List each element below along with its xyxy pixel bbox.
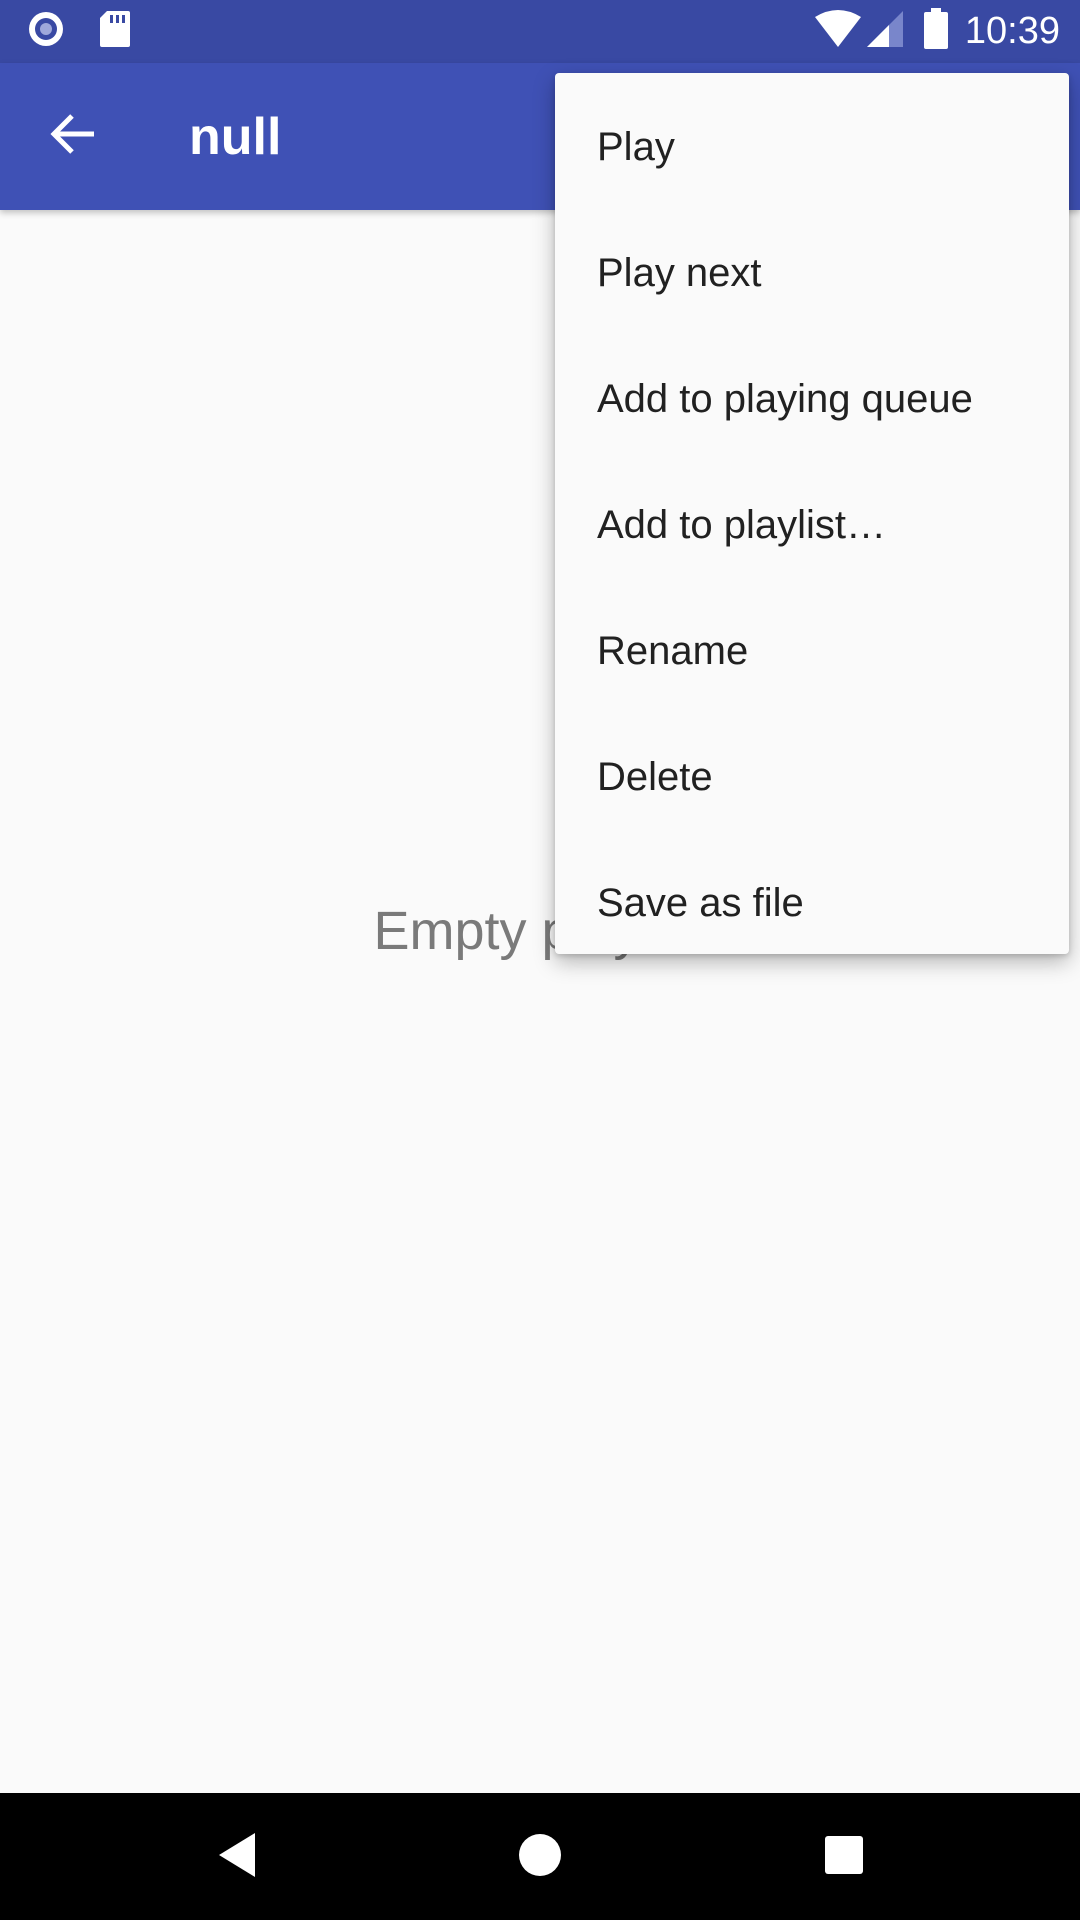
battery-icon (923, 7, 949, 55)
menu-item-add-to-playlist[interactable]: Add to playlist… (555, 462, 1069, 588)
menu-item-delete[interactable]: Delete (555, 714, 1069, 840)
menu-item-rename[interactable]: Rename (555, 588, 1069, 714)
status-time: 10:39 (964, 9, 1060, 52)
recents-square-icon (824, 1835, 864, 1880)
overflow-menu: Play Play next Add to playing queue Add … (555, 73, 1069, 954)
notification-circle-icon (26, 9, 66, 54)
back-button[interactable] (34, 101, 114, 171)
nav-recents-button[interactable] (799, 1821, 889, 1893)
menu-item-play-next[interactable]: Play next (555, 210, 1069, 336)
status-right-icons: 10:39 (813, 7, 1060, 55)
arrow-back-icon (50, 112, 98, 161)
wifi-icon (813, 9, 863, 54)
signal-icon (865, 9, 905, 54)
sd-card-icon (98, 9, 132, 54)
menu-item-add-to-playing-queue[interactable]: Add to playing queue (555, 336, 1069, 462)
status-left-icons (26, 9, 132, 53)
back-triangle-icon (215, 1831, 259, 1884)
menu-item-save-as-file[interactable]: Save as file (555, 840, 1069, 966)
menu-item-play[interactable]: Play (555, 84, 1069, 210)
nav-home-button[interactable] (495, 1821, 585, 1893)
navigation-bar (0, 1793, 1080, 1920)
home-circle-icon (517, 1832, 563, 1883)
page-title: null (189, 108, 282, 166)
nav-back-button[interactable] (192, 1821, 282, 1893)
status-bar: 10:39 (0, 0, 1080, 63)
